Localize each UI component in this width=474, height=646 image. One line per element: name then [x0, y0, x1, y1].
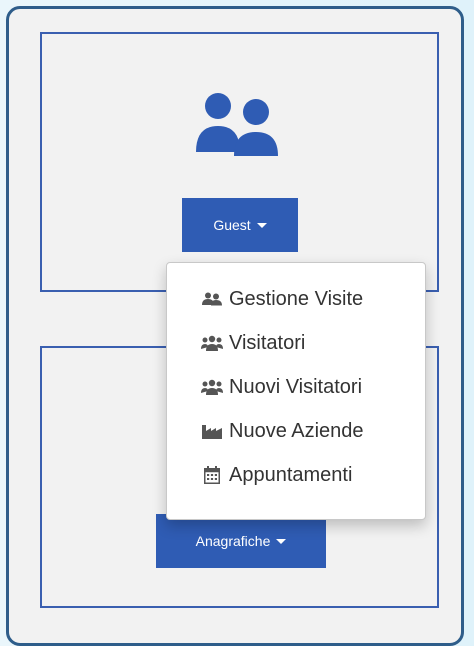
caret-down-icon [256, 222, 267, 228]
user-group-icon [201, 378, 223, 396]
menu-item-label: Appuntamenti [229, 463, 353, 486]
menu-item-label: Gestione Visite [229, 287, 364, 310]
caret-down-icon [276, 538, 287, 544]
menu-item-label: Visitatori [229, 331, 306, 354]
guest-button-label: Guest [213, 217, 251, 233]
menu-item-label: Nuove Aziende [229, 419, 364, 442]
user-group-icon [201, 334, 223, 352]
anagrafiche-button-label: Anagrafiche [195, 533, 271, 549]
menu-item-gestione-visite[interactable]: Gestione Visite [167, 277, 425, 321]
calendar-icon [201, 466, 223, 484]
users-icon [196, 93, 278, 156]
menu-item-visitatori[interactable]: Visitatori [167, 321, 425, 365]
guest-dropdown-menu: Gestione Visite Visitatori Nuovi Visitat… [166, 262, 426, 520]
menu-item-label: Nuovi Visitatori [229, 375, 363, 398]
guest-dropdown-button[interactable]: Guest [182, 198, 298, 252]
menu-item-nuove-aziende[interactable]: Nuove Aziende [167, 409, 425, 453]
anagrafiche-dropdown-button[interactable]: Anagrafiche [156, 514, 326, 568]
menu-item-appuntamenti[interactable]: Appuntamenti [167, 453, 425, 497]
industry-icon [201, 422, 223, 440]
users-icon [201, 290, 223, 308]
guest-card [40, 32, 439, 292]
menu-item-nuovi-visitatori[interactable]: Nuovi Visitatori [167, 365, 425, 409]
